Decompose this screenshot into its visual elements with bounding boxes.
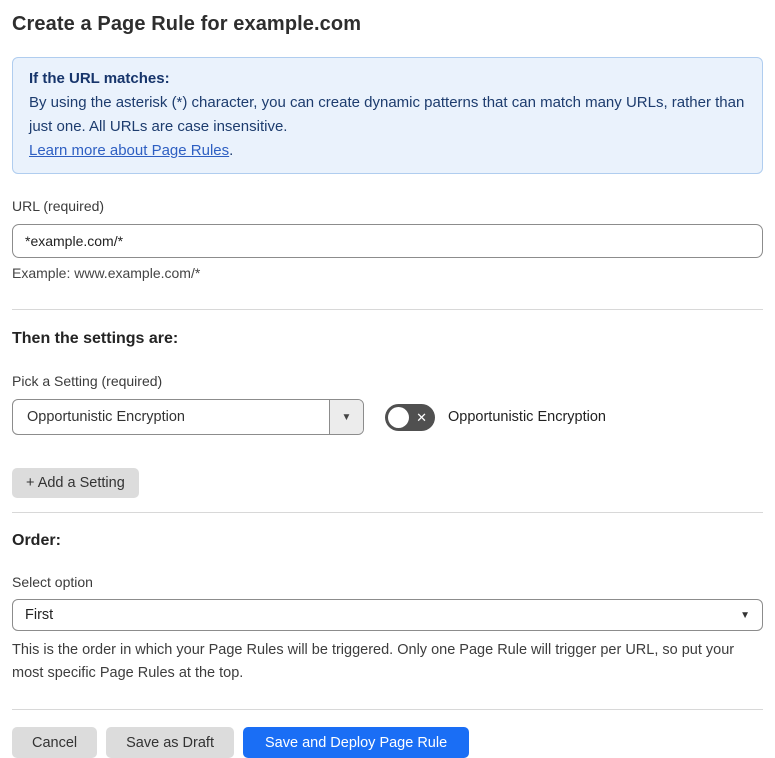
callout-link-line: Learn more about Page Rules.	[29, 139, 746, 163]
toggle-knob	[388, 406, 409, 428]
toggle-group: ✕ Opportunistic Encryption	[385, 403, 606, 431]
setting-picker-dropdown[interactable]: Opportunistic Encryption ▼	[12, 399, 364, 435]
setting-picker-caret-button[interactable]: ▼	[329, 400, 363, 434]
add-setting-button[interactable]: + Add a Setting	[12, 468, 139, 498]
url-example-text: Example: www.example.com/*	[12, 265, 201, 281]
order-select-label: Select option	[12, 574, 93, 590]
save-and-deploy-button[interactable]: Save and Deploy Page Rule	[242, 727, 470, 758]
pick-setting-label: Pick a Setting (required)	[12, 373, 163, 389]
page-rule-form: Create a Page Rule for example.com If th…	[0, 12, 775, 758]
cancel-button[interactable]: Cancel	[12, 727, 98, 758]
url-matches-callout: If the URL matches: By using the asteris…	[12, 57, 763, 174]
divider	[12, 309, 763, 310]
learn-more-link[interactable]: Learn more about Page Rules	[29, 142, 229, 159]
save-as-draft-button[interactable]: Save as Draft	[106, 727, 234, 758]
page-title: Create a Page Rule for example.com	[12, 13, 362, 35]
order-select[interactable]: First ▼	[12, 599, 763, 631]
order-select-value: First	[25, 607, 54, 623]
url-input[interactable]	[12, 224, 763, 258]
order-section-heading: Order:	[12, 532, 61, 549]
opportunistic-encryption-toggle[interactable]: ✕	[385, 403, 435, 431]
callout-heading: If the URL matches:	[29, 70, 170, 87]
setting-picker-value: Opportunistic Encryption	[27, 409, 185, 425]
callout-body: By using the asterisk (*) character, you…	[29, 94, 745, 135]
setting-row: Opportunistic Encryption ▼ ✕ Opportunist…	[12, 399, 763, 435]
link-suffix: .	[229, 142, 234, 159]
order-help-text: This is the order in which your Page Rul…	[12, 642, 735, 681]
footer-actions: Cancel Save as Draft Save and Deploy Pag…	[12, 727, 763, 758]
settings-section-heading: Then the settings are:	[12, 330, 179, 347]
url-field-label: URL (required)	[12, 198, 105, 214]
chevron-down-icon: ▼	[740, 609, 750, 621]
divider	[12, 709, 763, 710]
toggle-off-x-icon: ✕	[416, 409, 427, 425]
divider	[12, 512, 763, 513]
chevron-down-icon: ▼	[341, 411, 352, 423]
toggle-label: Opportunistic Encryption	[448, 409, 606, 425]
